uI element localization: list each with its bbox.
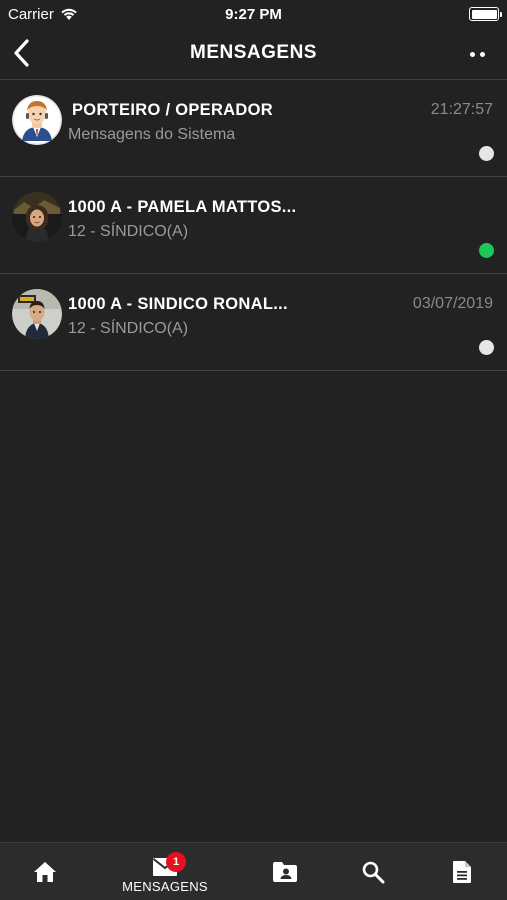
home-icon <box>34 862 56 882</box>
conversation-time: 21:27:57 <box>430 101 493 118</box>
tab-messages[interactable]: MENSAGENS 1 <box>110 843 220 900</box>
status-dot <box>479 340 494 355</box>
tab-contacts[interactable] <box>260 843 310 900</box>
avatar-sindico <box>12 289 62 339</box>
conversation-subtitle: Mensagens do Sistema <box>68 126 236 143</box>
status-dot <box>479 243 494 258</box>
conversation-row-porteiro[interactable]: PORTEIRO / OPERADOR Mensagens do Sistema… <box>0 80 507 177</box>
contacts-folder-icon <box>273 862 297 882</box>
dot-icon <box>469 51 475 57</box>
tab-bar: MENSAGENS 1 <box>0 842 507 900</box>
chevron-left-icon <box>14 39 29 67</box>
more-options-button[interactable] <box>465 44 489 64</box>
page-title: MENSAGENS <box>190 42 317 63</box>
tab-home[interactable] <box>20 843 70 900</box>
conversation-subtitle: 12 - SÍNDICO(A) <box>68 320 189 337</box>
battery-icon <box>469 7 502 21</box>
wifi-icon <box>61 8 77 20</box>
avatar-pamela <box>12 192 62 242</box>
tab-documents[interactable] <box>437 843 487 900</box>
conversation-row-ronal[interactable]: 1000 A - SINDICO RONAL... 12 - SÍNDICO(A… <box>0 274 507 371</box>
status-dot <box>479 146 494 161</box>
carrier-label: Carrier <box>8 5 54 23</box>
conversation-row-pamela[interactable]: 1000 A - PAMELA MATTOS... 12 - SÍNDICO(A… <box>0 177 507 274</box>
unread-badge: 1 <box>166 852 186 872</box>
tab-messages-label: MENSAGENS <box>122 878 208 894</box>
back-button[interactable] <box>8 36 38 70</box>
dot-icon <box>479 51 485 57</box>
conversation-subtitle: 12 - SÍNDICO(A) <box>68 223 189 240</box>
conversation-title: PORTEIRO / OPERADOR <box>72 101 273 119</box>
status-bar: Carrier 9:27 PM <box>0 0 507 28</box>
avatar-operator <box>12 95 62 145</box>
conversation-title: 1000 A - PAMELA MATTOS... <box>68 198 297 216</box>
document-icon <box>453 861 471 883</box>
conversation-list: PORTEIRO / OPERADOR Mensagens do Sistema… <box>0 79 507 371</box>
tab-search[interactable] <box>348 843 398 900</box>
conversation-title: 1000 A - SINDICO RONAL... <box>68 295 288 313</box>
conversation-time: 03/07/2019 <box>412 295 493 312</box>
search-icon <box>362 861 385 884</box>
nav-header: MENSAGENS <box>0 28 507 78</box>
